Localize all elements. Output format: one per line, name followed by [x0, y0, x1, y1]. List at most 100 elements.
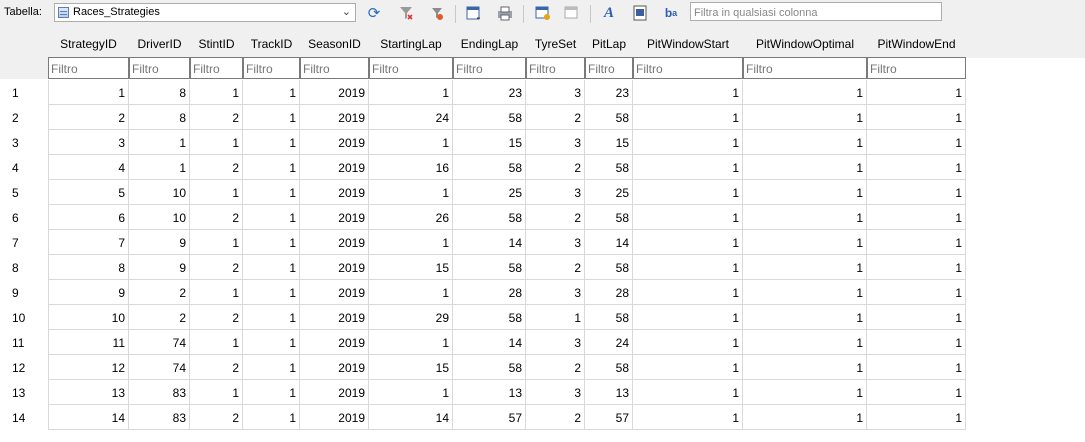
cell-pit-lap[interactable]: 58 — [585, 255, 633, 280]
cell-season-id[interactable]: 2019 — [300, 205, 369, 230]
cell-strategy-id[interactable]: 6 — [48, 205, 129, 230]
table-row[interactable]: 6 6 10 2 1 2019 26 58 2 58 1 1 1 — [0, 205, 1085, 230]
cell-pit-window-end[interactable]: 1 — [867, 80, 966, 105]
table-row[interactable]: 14 14 83 2 1 2019 14 57 2 57 1 1 1 — [0, 405, 1085, 430]
column-filter-pit-window-end[interactable] — [867, 57, 966, 79]
cell-strategy-id[interactable]: 3 — [48, 130, 129, 155]
cell-driver-id[interactable]: 1 — [129, 155, 190, 180]
cell-tyre-set[interactable]: 3 — [526, 180, 585, 205]
cell-tyre-set[interactable]: 2 — [526, 155, 585, 180]
cell-strategy-id[interactable]: 12 — [48, 355, 129, 380]
column-filter-starting-lap[interactable] — [369, 57, 453, 79]
table-row[interactable]: 7 7 9 1 1 2019 1 14 3 14 1 1 1 — [0, 230, 1085, 255]
column-header-pit-window-start[interactable]: PitWindowStart — [633, 37, 743, 53]
cell-driver-id[interactable]: 8 — [129, 80, 190, 105]
cell-driver-id[interactable]: 74 — [129, 330, 190, 355]
cell-tyre-set[interactable]: 3 — [526, 80, 585, 105]
table-row[interactable]: 9 9 2 1 1 2019 1 28 3 28 1 1 1 — [0, 280, 1085, 305]
cell-pit-lap[interactable]: 58 — [585, 205, 633, 230]
cell-pit-window-end[interactable]: 1 — [867, 105, 966, 130]
row-number[interactable]: 2 — [0, 105, 48, 130]
cell-starting-lap[interactable]: 24 — [369, 105, 453, 130]
cell-ending-lap[interactable]: 25 — [453, 180, 526, 205]
column-filter-stint-id[interactable] — [190, 57, 243, 79]
cell-track-id[interactable]: 1 — [243, 80, 300, 105]
cell-season-id[interactable]: 2019 — [300, 155, 369, 180]
table-row[interactable]: 4 4 1 2 1 2019 16 58 2 58 1 1 1 — [0, 155, 1085, 180]
cell-starting-lap[interactable]: 15 — [369, 255, 453, 280]
table-row[interactable]: 5 5 10 1 1 2019 1 25 3 25 1 1 1 — [0, 180, 1085, 205]
cell-track-id[interactable]: 1 — [243, 380, 300, 405]
cell-pit-window-end[interactable]: 1 — [867, 180, 966, 205]
cell-starting-lap[interactable]: 1 — [369, 380, 453, 405]
cell-ending-lap[interactable]: 58 — [453, 255, 526, 280]
cell-starting-lap[interactable]: 1 — [369, 280, 453, 305]
cell-season-id[interactable]: 2019 — [300, 105, 369, 130]
cell-starting-lap[interactable]: 16 — [369, 155, 453, 180]
cell-tyre-set[interactable]: 2 — [526, 105, 585, 130]
cell-driver-id[interactable]: 8 — [129, 105, 190, 130]
cell-track-id[interactable]: 1 — [243, 180, 300, 205]
cell-season-id[interactable]: 2019 — [300, 130, 369, 155]
cell-starting-lap[interactable]: 1 — [369, 230, 453, 255]
cell-pit-window-start[interactable]: 1 — [633, 330, 743, 355]
column-filter-pit-window-optimal[interactable] — [743, 57, 867, 79]
cell-pit-window-end[interactable]: 1 — [867, 380, 966, 405]
cell-track-id[interactable]: 1 — [243, 105, 300, 130]
cell-starting-lap[interactable]: 1 — [369, 180, 453, 205]
print-icon[interactable] — [494, 3, 516, 23]
refresh-icon[interactable]: ⟳ — [363, 3, 385, 23]
cell-pit-lap[interactable]: 24 — [585, 330, 633, 355]
cell-pit-window-end[interactable]: 1 — [867, 205, 966, 230]
table-row[interactable]: 12 12 74 2 1 2019 15 58 2 58 1 1 1 — [0, 355, 1085, 380]
cell-ending-lap[interactable]: 57 — [453, 405, 526, 430]
cell-stint-id[interactable]: 1 — [190, 380, 243, 405]
cell-strategy-id[interactable]: 2 — [48, 105, 129, 130]
cell-track-id[interactable]: 1 — [243, 230, 300, 255]
cell-stint-id[interactable]: 1 — [190, 80, 243, 105]
cell-pit-window-start[interactable]: 1 — [633, 180, 743, 205]
cell-ending-lap[interactable]: 58 — [453, 105, 526, 130]
row-number[interactable]: 5 — [0, 180, 48, 205]
cell-strategy-id[interactable]: 7 — [48, 230, 129, 255]
cell-strategy-id[interactable]: 4 — [48, 155, 129, 180]
cell-pit-window-optimal[interactable]: 1 — [743, 230, 867, 255]
cell-stint-id[interactable]: 2 — [190, 205, 243, 230]
cell-pit-window-end[interactable]: 1 — [867, 330, 966, 355]
cell-pit-lap[interactable]: 14 — [585, 230, 633, 255]
cell-strategy-id[interactable]: 1 — [48, 80, 129, 105]
cell-pit-window-end[interactable]: 1 — [867, 155, 966, 180]
cell-pit-window-optimal[interactable]: 1 — [743, 380, 867, 405]
cell-pit-window-end[interactable]: 1 — [867, 255, 966, 280]
cell-ending-lap[interactable]: 14 — [453, 230, 526, 255]
cell-track-id[interactable]: 1 — [243, 330, 300, 355]
cell-ending-lap[interactable]: 28 — [453, 280, 526, 305]
cell-stint-id[interactable]: 2 — [190, 155, 243, 180]
cell-stint-id[interactable]: 2 — [190, 305, 243, 330]
cell-strategy-id[interactable]: 14 — [48, 405, 129, 430]
cell-ending-lap[interactable]: 14 — [453, 330, 526, 355]
cell-pit-window-optimal[interactable]: 1 — [743, 280, 867, 305]
cell-stint-id[interactable]: 1 — [190, 130, 243, 155]
cell-driver-id[interactable]: 83 — [129, 405, 190, 430]
cell-pit-window-start[interactable]: 1 — [633, 80, 743, 105]
cell-tyre-set[interactable]: 3 — [526, 280, 585, 305]
cell-driver-id[interactable]: 1 — [129, 130, 190, 155]
cell-pit-window-start[interactable]: 1 — [633, 105, 743, 130]
cell-ending-lap[interactable]: 23 — [453, 80, 526, 105]
column-filter-driver-id[interactable] — [129, 57, 190, 79]
cell-ending-lap[interactable]: 58 — [453, 205, 526, 230]
cell-pit-window-start[interactable]: 1 — [633, 280, 743, 305]
cell-ending-lap[interactable]: 58 — [453, 355, 526, 380]
cell-pit-lap[interactable]: 58 — [585, 155, 633, 180]
cell-ending-lap[interactable]: 13 — [453, 380, 526, 405]
cell-pit-lap[interactable]: 28 — [585, 280, 633, 305]
cell-pit-window-optimal[interactable]: 1 — [743, 105, 867, 130]
cell-season-id[interactable]: 2019 — [300, 380, 369, 405]
table-row[interactable]: 13 13 83 1 1 2019 1 13 3 13 1 1 1 — [0, 380, 1085, 405]
cell-stint-id[interactable]: 1 — [190, 330, 243, 355]
cell-driver-id[interactable]: 83 — [129, 380, 190, 405]
cell-pit-window-optimal[interactable]: 1 — [743, 80, 867, 105]
column-filter-track-id[interactable] — [243, 57, 300, 79]
cell-pit-window-optimal[interactable]: 1 — [743, 305, 867, 330]
